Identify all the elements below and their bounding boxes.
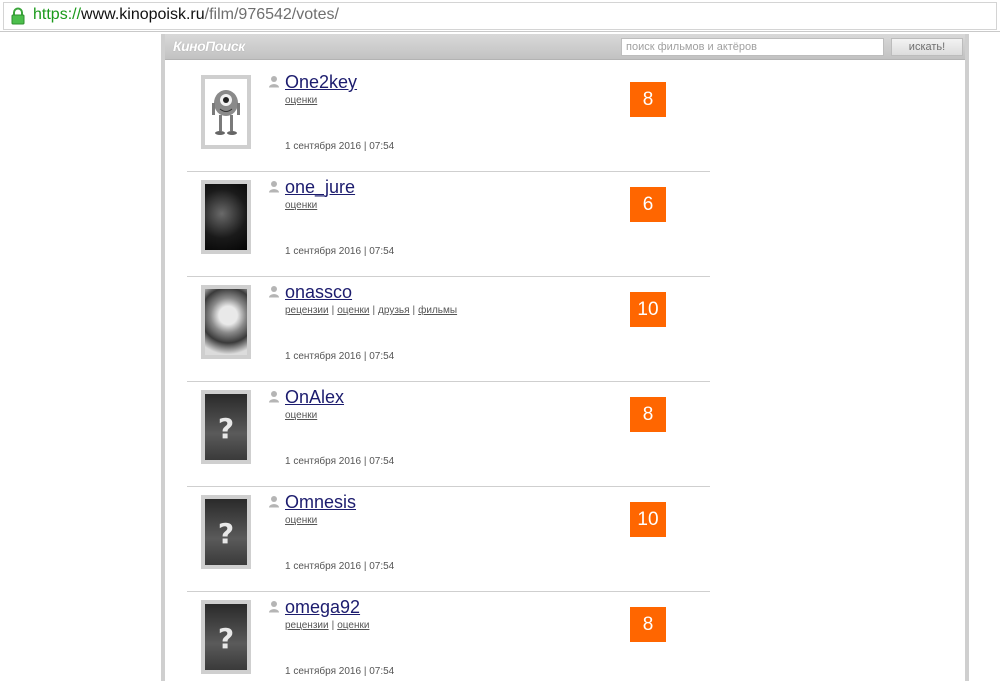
- profile-link[interactable]: оценки: [285, 95, 317, 106]
- link-separator: |: [372, 305, 376, 316]
- avatar-image: [205, 289, 247, 355]
- link-separator: |: [331, 620, 335, 631]
- url-field[interactable]: https://www.kinopoisk.ru/film/976542/vot…: [3, 2, 997, 30]
- avatar-image: [205, 79, 247, 145]
- vote-score-badge: 6: [630, 187, 666, 222]
- username-link[interactable]: One2key: [285, 72, 357, 93]
- avatar-image: [205, 184, 247, 250]
- profile-links: оценки: [285, 200, 317, 211]
- vote-date: 1 сентября 2016 | 07:54: [285, 351, 395, 362]
- profile-link[interactable]: оценки: [285, 515, 317, 526]
- profile-links: рецензии | оценки: [285, 620, 369, 631]
- vote-date: 1 сентября 2016 | 07:54: [285, 141, 395, 152]
- url-host: www.kinopoisk.ru: [81, 6, 205, 23]
- avatar[interactable]: [201, 180, 251, 254]
- vote-score-badge: 10: [630, 502, 666, 537]
- user-icon: [269, 76, 279, 88]
- search-input[interactable]: [621, 38, 884, 56]
- user-icon: [269, 391, 279, 403]
- url-text: https://www.kinopoisk.ru/film/976542/vot…: [33, 6, 339, 24]
- link-separator: |: [331, 305, 335, 316]
- unknown-avatar-question-icon: ?: [217, 622, 235, 655]
- kinopoisk-page: КиноПоиск искать! One2key оценки 1 сентя…: [161, 34, 969, 681]
- profile-link[interactable]: рецензии: [285, 620, 329, 631]
- profile-links: оценки: [285, 410, 317, 421]
- avatar[interactable]: [201, 285, 251, 359]
- user-icon: [269, 286, 279, 298]
- lock-icon: [11, 7, 25, 25]
- avatar-image: ?: [205, 604, 247, 670]
- site-logo[interactable]: КиноПоиск: [173, 38, 245, 54]
- vote-row: One2key оценки 1 сентября 2016 | 07:54 8: [187, 67, 710, 172]
- profile-link[interactable]: фильмы: [418, 305, 457, 316]
- username-link[interactable]: OnAlex: [285, 387, 344, 408]
- vote-row: ? Omnesis оценки 1 сентября 2016 | 07:54…: [187, 487, 710, 592]
- monster-avatar-icon: [212, 90, 240, 135]
- profile-links: оценки: [285, 515, 317, 526]
- avatar[interactable]: ?: [201, 390, 251, 464]
- profile-link[interactable]: рецензии: [285, 305, 329, 316]
- profile-link[interactable]: оценки: [337, 305, 369, 316]
- avatar-image: ?: [205, 394, 247, 460]
- unknown-avatar-question-icon: ?: [217, 412, 235, 445]
- username-link[interactable]: one_jure: [285, 177, 355, 198]
- unknown-avatar-question-icon: ?: [217, 517, 235, 550]
- vote-score-badge: 10: [630, 292, 666, 327]
- browser-address-bar: https://www.kinopoisk.ru/film/976542/vot…: [0, 0, 1000, 32]
- vote-date: 1 сентября 2016 | 07:54: [285, 666, 395, 677]
- link-separator: |: [412, 305, 416, 316]
- profile-link[interactable]: оценки: [285, 410, 317, 421]
- vote-row: ? OnAlex оценки 1 сентября 2016 | 07:54 …: [187, 382, 710, 487]
- avatar[interactable]: ?: [201, 495, 251, 569]
- vote-row: ? omega92 рецензии | оценки 1 сентября 201…: [187, 592, 710, 697]
- username-link[interactable]: Omnesis: [285, 492, 356, 513]
- vote-score-badge: 8: [630, 607, 666, 642]
- profile-links: рецензии | оценки | друзья | фильмы: [285, 305, 457, 316]
- search-button[interactable]: искать!: [891, 38, 963, 56]
- profile-link[interactable]: оценки: [337, 620, 369, 631]
- avatar[interactable]: [201, 75, 251, 149]
- profile-link[interactable]: друзья: [378, 305, 410, 316]
- profile-link[interactable]: оценки: [285, 200, 317, 211]
- vote-date: 1 сентября 2016 | 07:54: [285, 246, 395, 257]
- vote-row: onassco рецензии | оценки | друзья | фильмы 1 …: [187, 277, 710, 382]
- username-link[interactable]: onassco: [285, 282, 352, 303]
- vote-score-badge: 8: [630, 397, 666, 432]
- user-icon: [269, 181, 279, 193]
- url-scheme: https://: [33, 6, 82, 23]
- vote-row: one_jure оценки 1 сентября 2016 | 07:54 …: [187, 172, 710, 277]
- username-link[interactable]: omega92: [285, 597, 360, 618]
- user-icon: [269, 601, 279, 613]
- vote-date: 1 сентября 2016 | 07:54: [285, 561, 395, 572]
- profile-links: оценки: [285, 95, 317, 106]
- votes-list: One2key оценки 1 сентября 2016 | 07:54 8…: [187, 67, 710, 697]
- user-icon: [269, 496, 279, 508]
- vote-date: 1 сентября 2016 | 07:54: [285, 456, 395, 467]
- avatar-image: ?: [205, 499, 247, 565]
- vote-score-badge: 8: [630, 82, 666, 117]
- avatar[interactable]: ?: [201, 600, 251, 674]
- site-header: КиноПоиск искать!: [165, 34, 965, 60]
- url-path: /film/976542/votes/: [204, 6, 339, 23]
